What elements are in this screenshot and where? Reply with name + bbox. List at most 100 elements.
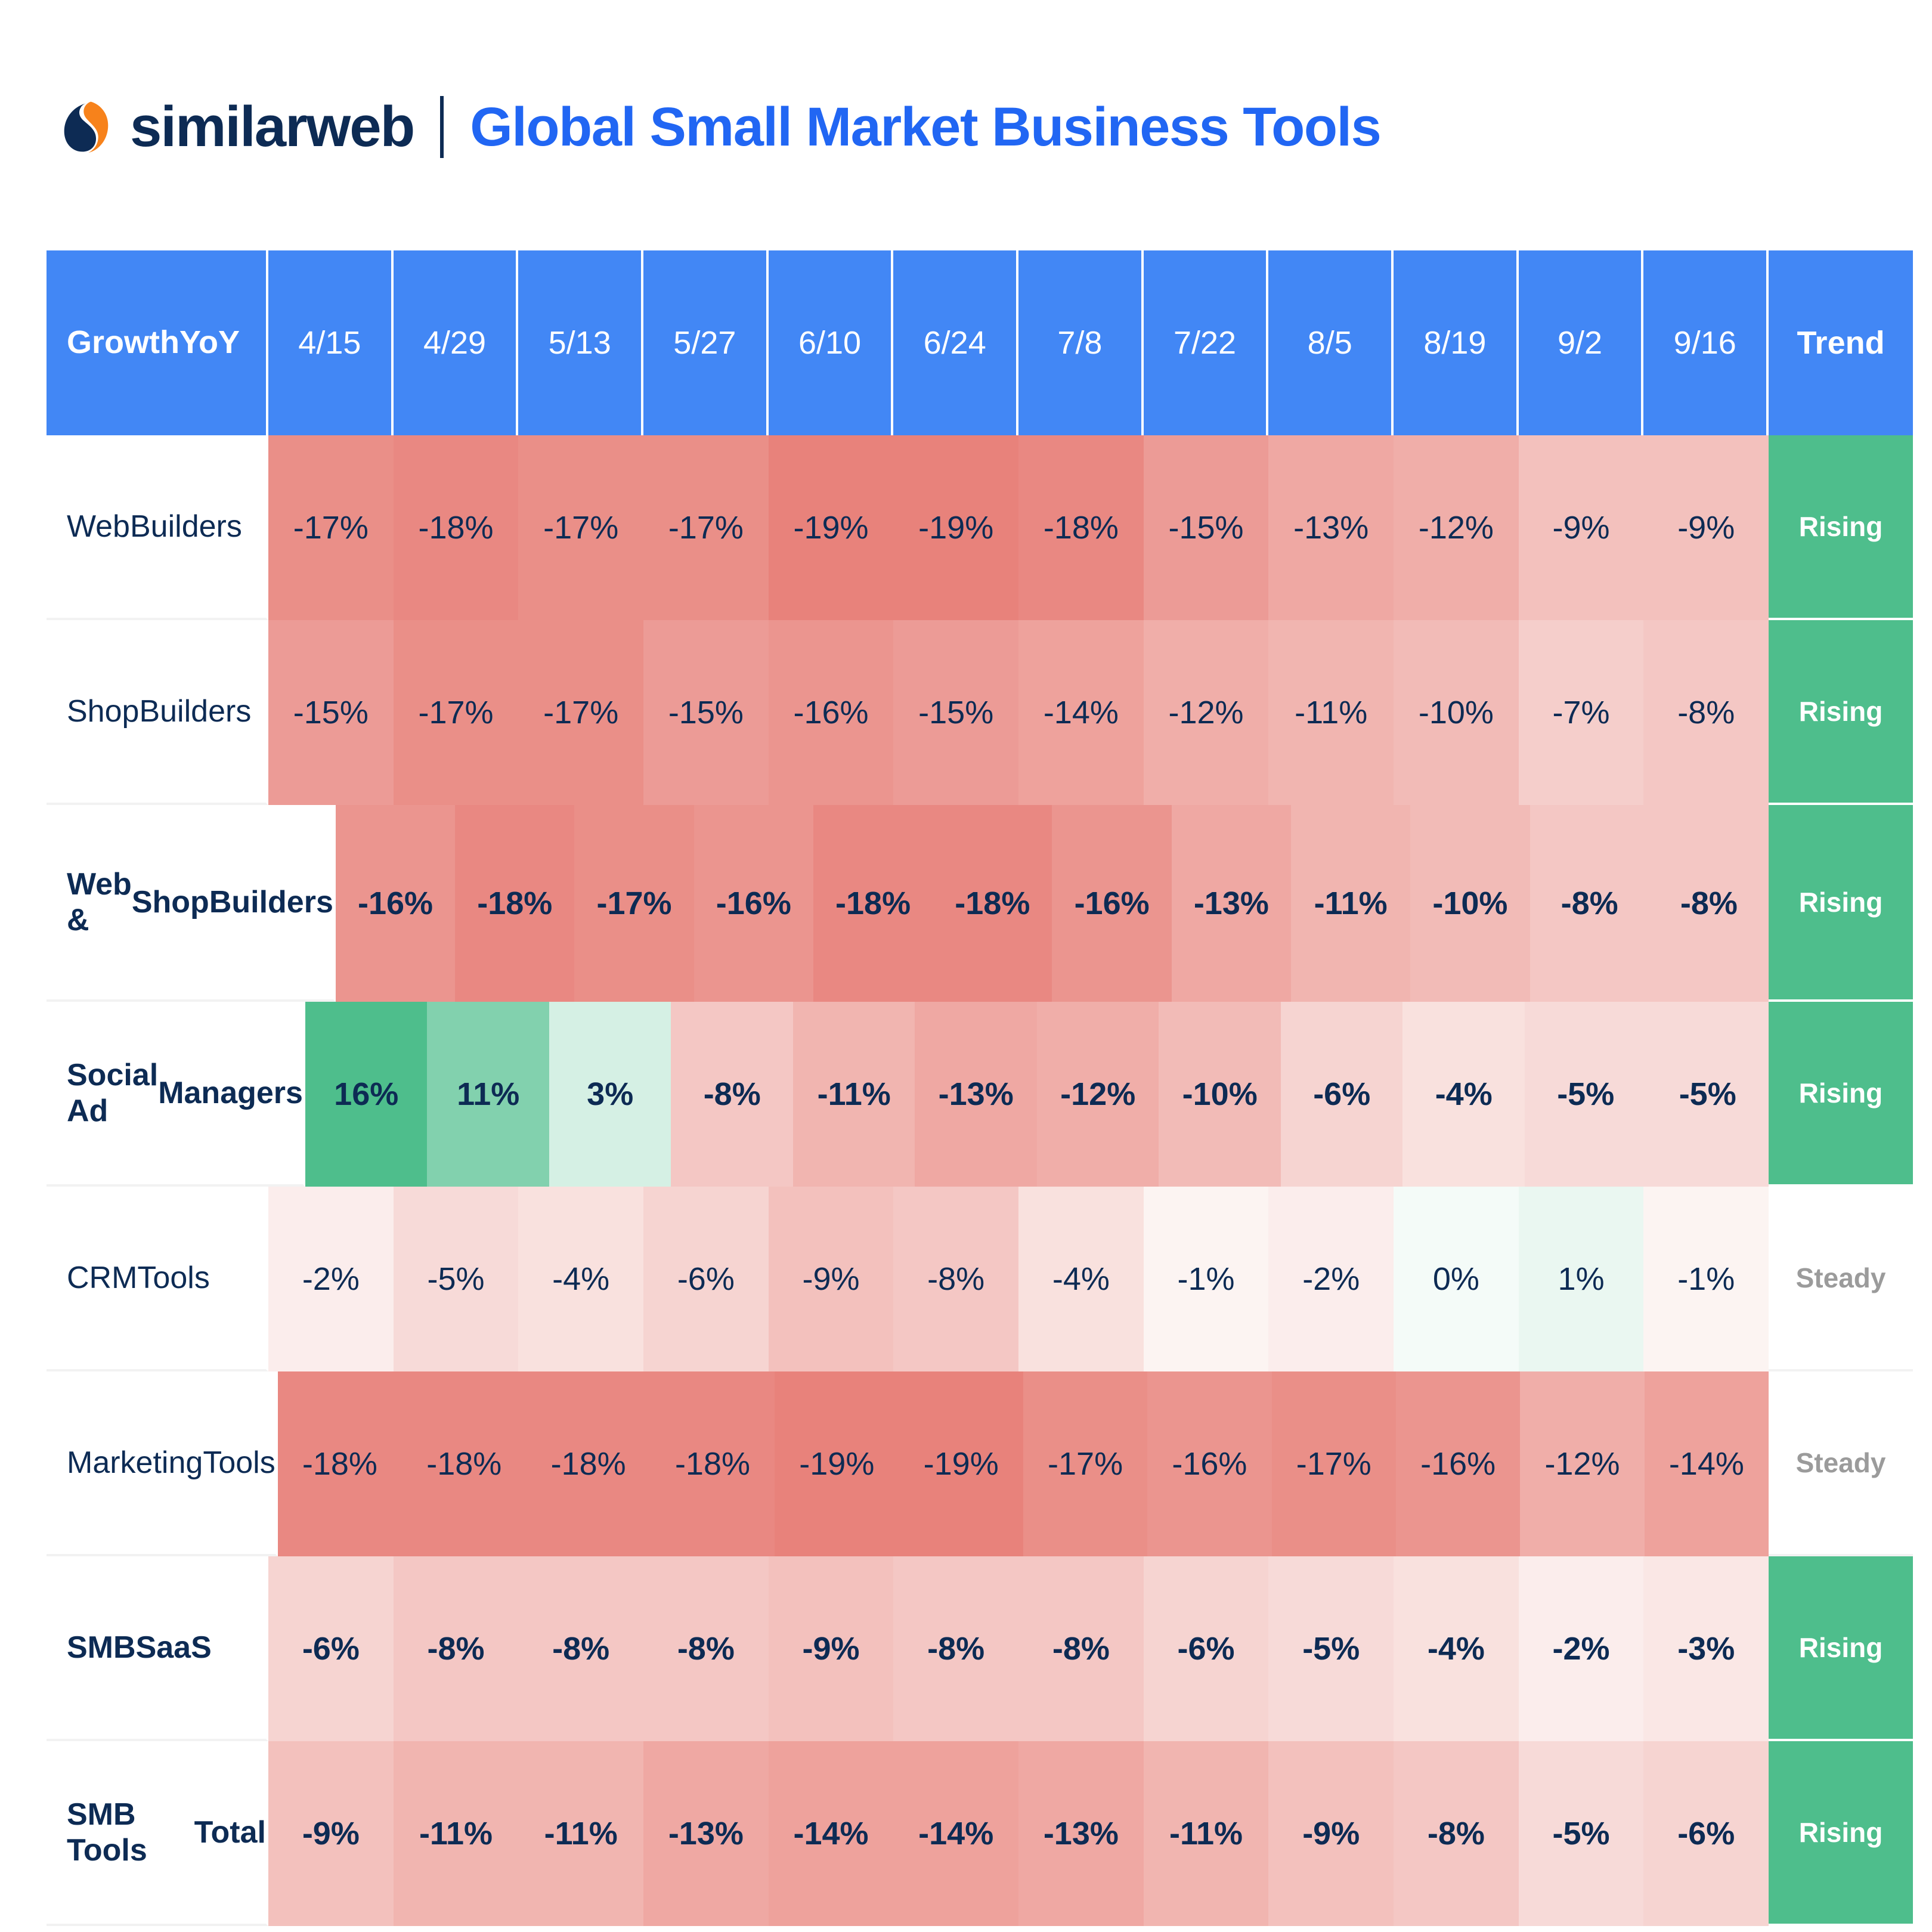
heatmap-cell[interactable]: -11%: [393, 1741, 519, 1926]
heatmap-cell[interactable]: -10%: [1394, 620, 1519, 805]
heatmap-cell[interactable]: -19%: [899, 1371, 1023, 1556]
heatmap-cell[interactable]: -8%: [393, 1556, 519, 1741]
heatmap-cell[interactable]: 1%: [1518, 1187, 1644, 1371]
heatmap-cell[interactable]: -6%: [1643, 1741, 1769, 1926]
trend-badge[interactable]: Rising: [1769, 1741, 1914, 1926]
heatmap-cell[interactable]: -4%: [1402, 1002, 1525, 1187]
column-header-date[interactable]: 4/15: [268, 250, 394, 435]
heatmap-cell[interactable]: -8%: [893, 1556, 1019, 1741]
heatmap-cell[interactable]: -9%: [1643, 435, 1769, 620]
heatmap-cell[interactable]: -9%: [1268, 1741, 1394, 1926]
column-header-date[interactable]: 5/13: [518, 250, 644, 435]
heatmap-cell[interactable]: -16%: [1147, 1371, 1272, 1556]
heatmap-cell[interactable]: -13%: [915, 1002, 1037, 1187]
heatmap-cell[interactable]: -17%: [268, 435, 394, 620]
heatmap-cell[interactable]: -16%: [768, 620, 894, 805]
row-label[interactable]: SMB SaaS: [47, 1556, 268, 1741]
heatmap-cell[interactable]: -13%: [1171, 805, 1291, 1002]
heatmap-cell[interactable]: -5%: [1268, 1556, 1394, 1741]
heatmap-cell[interactable]: -19%: [893, 435, 1019, 620]
heatmap-cell[interactable]: -14%: [768, 1741, 894, 1926]
heatmap-cell[interactable]: -13%: [1018, 1741, 1144, 1926]
heatmap-cell[interactable]: -15%: [1143, 435, 1269, 620]
heatmap-cell[interactable]: -9%: [768, 1556, 894, 1741]
heatmap-cell[interactable]: -8%: [643, 1556, 769, 1741]
heatmap-cell[interactable]: -2%: [268, 1187, 394, 1371]
heatmap-cell[interactable]: -12%: [1520, 1371, 1645, 1556]
heatmap-cell[interactable]: -8%: [1394, 1741, 1519, 1926]
heatmap-cell[interactable]: -17%: [1271, 1371, 1396, 1556]
heatmap-cell[interactable]: -5%: [1646, 1002, 1769, 1187]
heatmap-cell[interactable]: -8%: [1530, 805, 1649, 1002]
column-header-date[interactable]: 9/16: [1643, 250, 1769, 435]
heatmap-cell[interactable]: -5%: [1518, 1741, 1644, 1926]
heatmap-cell[interactable]: -6%: [268, 1556, 394, 1741]
heatmap-cell[interactable]: -18%: [455, 805, 575, 1002]
heatmap-cell[interactable]: -10%: [1410, 805, 1530, 1002]
heatmap-cell[interactable]: -5%: [393, 1187, 519, 1371]
heatmap-cell[interactable]: -12%: [1036, 1002, 1159, 1187]
heatmap-cell[interactable]: -4%: [1394, 1556, 1519, 1741]
heatmap-cell[interactable]: -16%: [1395, 1371, 1521, 1556]
column-header-date[interactable]: 8/19: [1394, 250, 1519, 435]
heatmap-cell[interactable]: -2%: [1268, 1187, 1394, 1371]
heatmap-cell[interactable]: -18%: [1018, 435, 1144, 620]
heatmap-cell[interactable]: -11%: [792, 1002, 915, 1187]
heatmap-cell[interactable]: -18%: [402, 1371, 527, 1556]
row-label[interactable]: Web & Shop Builders: [47, 805, 336, 1002]
heatmap-cell[interactable]: -14%: [1644, 1371, 1769, 1556]
heatmap-cell[interactable]: 11%: [427, 1002, 549, 1187]
column-header-date[interactable]: 9/2: [1518, 250, 1644, 435]
trend-badge[interactable]: Rising: [1769, 805, 1914, 1002]
heatmap-cell[interactable]: -8%: [518, 1556, 644, 1741]
column-header-date[interactable]: 8/5: [1268, 250, 1394, 435]
heatmap-cell[interactable]: -1%: [1143, 1187, 1269, 1371]
heatmap-cell[interactable]: -14%: [893, 1741, 1019, 1926]
heatmap-cell[interactable]: -6%: [1143, 1556, 1269, 1741]
heatmap-cell[interactable]: -13%: [1268, 435, 1394, 620]
heatmap-cell[interactable]: -9%: [1518, 435, 1644, 620]
heatmap-cell[interactable]: -4%: [518, 1187, 644, 1371]
heatmap-cell[interactable]: -11%: [1268, 620, 1394, 805]
heatmap-cell[interactable]: -17%: [518, 435, 644, 620]
row-label[interactable]: Marketing Tools: [47, 1371, 278, 1556]
heatmap-cell[interactable]: -2%: [1518, 1556, 1644, 1741]
heatmap-cell[interactable]: -18%: [277, 1371, 402, 1556]
heatmap-cell[interactable]: -7%: [1518, 620, 1644, 805]
heatmap-cell[interactable]: -17%: [643, 435, 769, 620]
heatmap-cell[interactable]: -18%: [813, 805, 933, 1002]
heatmap-cell[interactable]: -15%: [643, 620, 769, 805]
column-header-date[interactable]: 6/10: [768, 250, 894, 435]
column-header-date[interactable]: 6/24: [893, 250, 1019, 435]
column-header-trend[interactable]: Trend: [1769, 250, 1914, 435]
trend-badge[interactable]: Rising: [1769, 1556, 1914, 1741]
trend-badge[interactable]: Rising: [1769, 435, 1914, 620]
heatmap-cell[interactable]: -3%: [1643, 1556, 1769, 1741]
heatmap-cell[interactable]: -14%: [1018, 620, 1144, 805]
heatmap-cell[interactable]: -8%: [1649, 805, 1769, 1002]
row-label[interactable]: Shop Builders: [47, 620, 268, 805]
heatmap-cell[interactable]: -16%: [335, 805, 456, 1002]
heatmap-cell[interactable]: -8%: [1018, 1556, 1144, 1741]
heatmap-cell[interactable]: -8%: [1643, 620, 1769, 805]
heatmap-cell[interactable]: -19%: [768, 435, 894, 620]
heatmap-cell[interactable]: -17%: [393, 620, 519, 805]
trend-badge[interactable]: Steady: [1769, 1371, 1914, 1556]
heatmap-cell[interactable]: -9%: [268, 1741, 394, 1926]
heatmap-cell[interactable]: 16%: [305, 1002, 428, 1187]
heatmap-cell[interactable]: -15%: [893, 620, 1019, 805]
row-label[interactable]: Web Builders: [47, 435, 268, 620]
heatmap-cell[interactable]: -10%: [1159, 1002, 1281, 1187]
column-header-date[interactable]: 7/22: [1143, 250, 1269, 435]
trend-badge[interactable]: Rising: [1769, 620, 1914, 805]
heatmap-cell[interactable]: -17%: [1023, 1371, 1148, 1556]
heatmap-cell[interactable]: -16%: [1052, 805, 1172, 1002]
trend-badge[interactable]: Rising: [1768, 1002, 1913, 1187]
heatmap-cell[interactable]: -16%: [693, 805, 813, 1002]
column-header-date[interactable]: 7/8: [1018, 250, 1144, 435]
heatmap-cell[interactable]: -17%: [518, 620, 644, 805]
column-header-date[interactable]: 4/29: [393, 250, 519, 435]
row-label[interactable]: CRM Tools: [47, 1187, 268, 1371]
heatmap-cell[interactable]: -18%: [526, 1371, 651, 1556]
heatmap-cell[interactable]: -5%: [1524, 1002, 1647, 1187]
